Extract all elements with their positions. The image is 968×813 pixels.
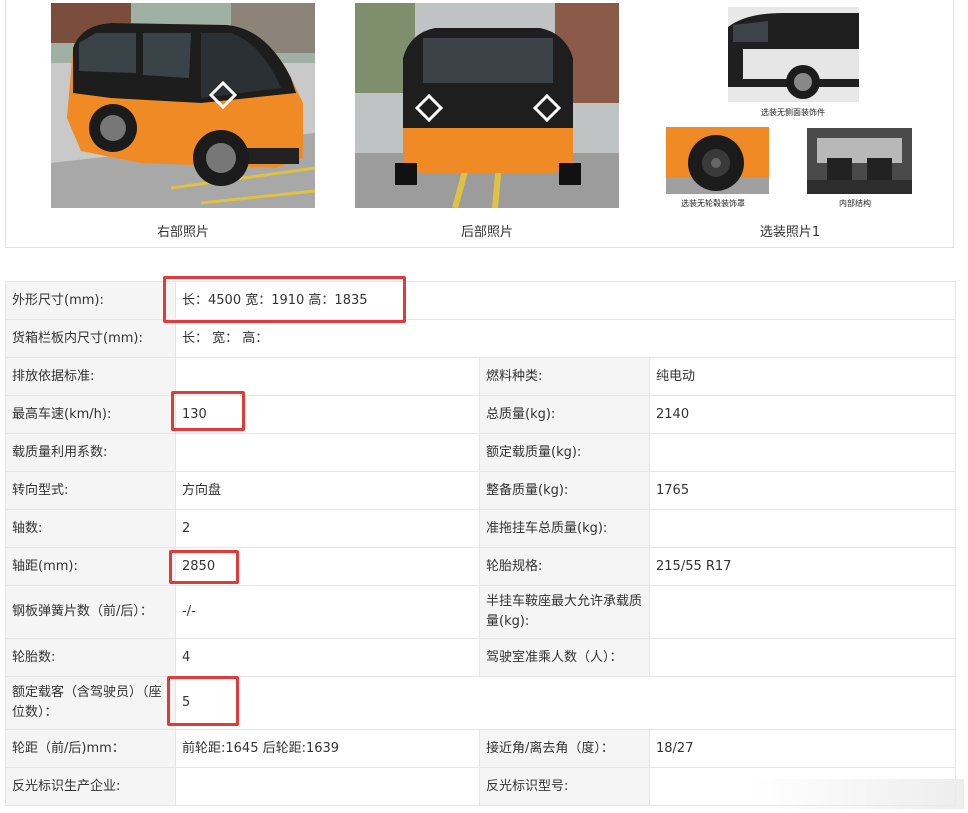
max-speed-label: 最高车速(km/h): [5, 395, 176, 434]
total-mass-value: 2140 [648, 395, 957, 434]
table-row: 轮距（前/后)mm： 前轮距:1645 后轮距:1639 接近角/离去角（度）：… [5, 729, 957, 768]
track-label: 轮距（前/后)mm： [5, 729, 176, 768]
cargo-value: 长： 宽： 高： [174, 319, 957, 358]
table-row: 额定载客（含驾驶员）（座位数）： 5 [5, 676, 957, 730]
table-row: 外形尺寸(mm): 长：4500 宽：1910 高：1835 [5, 281, 957, 320]
tires-value: 4 [175, 638, 480, 677]
seats-value: 5 [174, 676, 957, 730]
rated-load-value [648, 433, 957, 472]
table-row: 排放依据标准: 燃料种类: 纯电动 [5, 357, 957, 396]
cab-label: 驾驶室准乘人数（人）： [479, 638, 650, 677]
reflector-model-label: 反光标识型号: [479, 767, 650, 806]
table-row: 轮胎数: 4 驾驶室准乘人数（人）： [5, 638, 957, 677]
watermark [754, 779, 964, 809]
curb-mass-value: 1765 [648, 471, 957, 510]
spec-table: 外形尺寸(mm): 长：4500 宽：1910 高：1835 货箱栏板内尺寸(m… [5, 281, 957, 806]
angle-label: 接近角/离去角（度）： [479, 729, 650, 768]
table-row: 载质量利用系数: 额定载质量(kg): [5, 433, 957, 472]
reflector-maker-label: 反光标识生产企业: [5, 767, 176, 806]
optional-wheel-caption: 选装无轮毂装饰罩 [681, 199, 745, 208]
trailer-label: 准拖挂车总质量(kg): [479, 509, 650, 548]
tires-label: 轮胎数: [5, 638, 176, 677]
total-mass-label: 总质量(kg): [479, 395, 650, 434]
dimensions-label: 外形尺寸(mm): [5, 281, 176, 320]
interior-photo[interactable] [807, 128, 912, 194]
emission-label: 排放依据标准: [5, 357, 176, 396]
load-coef-label: 载质量利用系数: [5, 433, 176, 472]
saddle-value [648, 585, 957, 639]
track-value: 前轮距:1645 后轮距:1639 [175, 729, 480, 768]
axles-label: 轴数: [5, 509, 176, 548]
fuel-value: 纯电动 [648, 357, 957, 396]
dimensions-highlight [163, 276, 406, 323]
rated-load-label: 额定载质量(kg): [479, 433, 650, 472]
reflector-maker-value [175, 767, 480, 806]
optional-photo-caption: 选装照片1 [759, 225, 821, 240]
optional-side-caption: 选装无侧面装饰件 [761, 108, 825, 117]
steering-value: 方向盘 [175, 471, 480, 510]
max-speed-highlight [171, 391, 245, 431]
rear-photo-caption: 后部照片 [460, 225, 513, 240]
cargo-label: 货箱栏板内尺寸(mm): [5, 319, 176, 358]
table-row: 最高车速(km/h): 130 总质量(kg): 2140 [5, 395, 957, 434]
table-row: 转向型式: 方向盘 整备质量(kg): 1765 [5, 471, 957, 510]
tire-spec-label: 轮胎规格: [479, 547, 650, 586]
emission-value [175, 357, 480, 396]
spring-label: 钢板弹簧片数（前/后）： [5, 585, 176, 639]
steering-label: 转向型式: [5, 471, 176, 510]
curb-mass-label: 整备质量(kg): [479, 471, 650, 510]
load-coef-value [175, 433, 480, 472]
axles-value: 2 [175, 509, 480, 548]
right-photo-caption: 右部照片 [156, 225, 209, 240]
optional-wheel-photo[interactable] [666, 127, 769, 194]
right-photo[interactable] [51, 3, 315, 208]
rear-photo[interactable] [355, 3, 619, 208]
table-row: 货箱栏板内尺寸(mm): 长： 宽： 高： [5, 319, 957, 358]
seats-label: 额定载客（含驾驶员）（座位数）： [5, 676, 176, 730]
cab-value [648, 638, 957, 677]
wheelbase-label: 轴距(mm): [5, 547, 176, 586]
spring-value: -/- [175, 585, 480, 639]
table-row: 轴数: 2 准拖挂车总质量(kg): [5, 509, 957, 548]
seats-highlight [167, 676, 239, 726]
table-row: 钢板弹簧片数（前/后）： -/- 半挂车鞍座最大允许承载质量(kg): [5, 585, 957, 639]
wheelbase-highlight [169, 550, 239, 584]
saddle-label: 半挂车鞍座最大允许承载质量(kg): [479, 585, 650, 639]
tire-spec-value: 215/55 R17 [648, 547, 957, 586]
trailer-value [648, 509, 957, 548]
angle-value: 18/27 [648, 729, 957, 768]
interior-caption: 内部结构 [839, 199, 871, 208]
table-row: 轴距(mm): 2850 轮胎规格: 215/55 R17 [5, 547, 957, 586]
fuel-label: 燃料种类: [479, 357, 650, 396]
optional-side-photo[interactable] [728, 7, 859, 102]
